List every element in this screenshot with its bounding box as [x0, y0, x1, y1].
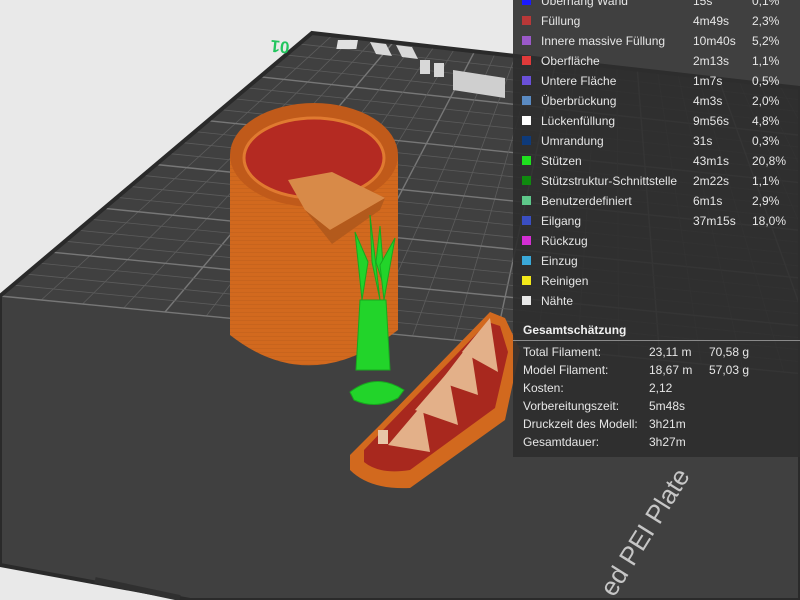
legend-percent: 0,5%	[752, 74, 780, 88]
legend-label: Innere massive Füllung	[541, 34, 666, 48]
estimate-label: Vorbereitungszeit:	[523, 399, 620, 413]
estimate-value-secondary: 70,58 g	[709, 345, 750, 359]
legend-percent: 0,3%	[752, 134, 780, 148]
estimate-row: Model Filament: 18,67 m 57,03 g	[513, 361, 800, 379]
legend-time: 4m3s	[693, 94, 723, 108]
legend-row: Eilgang 37m15s 18,0%	[513, 211, 800, 231]
legend-label: Reinigen	[541, 274, 589, 288]
legend-percent: 0,1%	[752, 0, 780, 8]
legend-label: Überbrückung	[541, 94, 617, 108]
legend-swatch	[522, 116, 531, 125]
legend-row: Überhang Wand 15s 0,1%	[513, 0, 800, 11]
legend-percent: 2,0%	[752, 94, 780, 108]
legend-percent: 2,9%	[752, 194, 780, 208]
legend-swatch	[522, 176, 531, 185]
estimate-value: 3h27m	[649, 435, 686, 449]
legend-row: Reinigen	[513, 271, 800, 291]
legend-label: Rückzug	[541, 234, 588, 248]
legend-label: Lückenfüllung	[541, 114, 616, 128]
legend-percent: 18,0%	[752, 214, 787, 228]
legend-row: Umrandung 31s 0,3%	[513, 131, 800, 151]
legend-swatch	[522, 156, 531, 165]
legend-time: 15s	[693, 0, 713, 8]
legend-time: 37m15s	[693, 214, 736, 228]
legend-percent: 1,1%	[752, 174, 780, 188]
estimate-label: Total Filament:	[523, 345, 602, 359]
legend-row: Benutzerdefiniert 6m1s 2,9%	[513, 191, 800, 211]
legend-time: 4m49s	[693, 14, 730, 28]
legend-time: 2m22s	[693, 174, 730, 188]
legend-label: Benutzerdefiniert	[541, 194, 632, 208]
legend-swatch	[522, 136, 531, 145]
legend-percent: 2,3%	[752, 14, 780, 28]
estimate-row: Druckzeit des Modell: 3h21m	[513, 415, 800, 433]
legend-swatch	[522, 16, 531, 25]
legend-row: Lückenfüllung 9m56s 4,8%	[513, 111, 800, 131]
estimate-value: 2,12	[649, 381, 673, 395]
legend-swatch	[522, 56, 531, 65]
legend-label: Einzug	[541, 254, 578, 268]
legend-label: Stützstruktur-Schnittstelle	[541, 174, 678, 188]
legend-label: Umrandung	[541, 134, 604, 148]
legend-swatch	[522, 76, 531, 85]
legend-swatch	[522, 256, 531, 265]
legend-row: Stützen 43m1s 20,8%	[513, 151, 800, 171]
estimate-label: Gesamtdauer:	[523, 435, 600, 449]
estimate-row: Vorbereitungszeit: 5m48s	[513, 397, 800, 415]
legend-row: Nähte	[513, 291, 800, 311]
legend-swatch	[522, 36, 531, 45]
legend-time: 6m1s	[693, 194, 723, 208]
legend-row: Überbrückung 4m3s 2,0%	[513, 91, 800, 111]
legend-label: Füllung	[541, 14, 581, 28]
legend-row: Oberfläche 2m13s 1,1%	[513, 51, 800, 71]
estimate-header: Gesamtschätzung	[523, 323, 627, 337]
legend-time: 31s	[693, 134, 713, 148]
estimate-value: 5m48s	[649, 399, 686, 413]
legend-swatch	[522, 216, 531, 225]
estimate-value: 18,67 m	[649, 363, 693, 377]
legend-row: Stützstruktur-Schnittstelle 2m22s 1,1%	[513, 171, 800, 191]
legend-label: Oberfläche	[541, 54, 600, 68]
legend-row: Untere Fläche 1m7s 0,5%	[513, 71, 800, 91]
legend-row: Innere massive Füllung 10m40s 5,2%	[513, 31, 800, 51]
estimate-value: 3h21m	[649, 417, 686, 431]
legend-time: 1m7s	[693, 74, 723, 88]
estimate-divider	[513, 340, 800, 341]
estimate-label: Model Filament:	[523, 363, 609, 377]
legend-row: Rückzug	[513, 231, 800, 251]
estimate-row: Gesamtdauer: 3h27m	[513, 433, 800, 451]
legend-percent: 4,8%	[752, 114, 780, 128]
legend-time: 2m13s	[693, 54, 730, 68]
legend-row: Einzug	[513, 251, 800, 271]
legend-label: Nähte	[541, 294, 574, 308]
legend-swatch	[522, 0, 531, 5]
legend-panel: Überhang Wand 15s 0,1% Füllung 4m49s 2,3% Inne…	[513, 0, 800, 457]
estimate-row: Total Filament: 23,11 m 70,58 g	[513, 343, 800, 361]
estimate-value: 23,11 m	[649, 345, 692, 359]
estimate-value-secondary: 57,03 g	[709, 363, 750, 377]
legend-row: Füllung 4m49s 2,3%	[513, 11, 800, 31]
legend-time: 43m1s	[693, 154, 730, 168]
legend-time: 9m56s	[693, 114, 730, 128]
estimate-label: Druckzeit des Modell:	[523, 417, 638, 431]
estimate-label: Kosten:	[523, 381, 564, 395]
legend-swatch	[522, 276, 531, 285]
legend-swatch	[522, 196, 531, 205]
legend-percent: 5,2%	[752, 34, 780, 48]
legend-label: Eilgang	[541, 214, 582, 228]
legend-label: Stützen	[541, 154, 582, 168]
plate-number-label: 01	[270, 36, 291, 57]
legend-swatch	[522, 296, 531, 305]
estimate-row: Kosten: 2,12	[513, 379, 800, 397]
legend-swatch	[522, 96, 531, 105]
legend-swatch	[522, 236, 531, 245]
legend-percent: 1,1%	[752, 54, 780, 68]
legend-label: Überhang Wand	[541, 0, 628, 8]
legend-percent: 20,8%	[752, 154, 787, 168]
legend-time: 10m40s	[693, 34, 736, 48]
legend-label: Untere Fläche	[541, 74, 617, 88]
